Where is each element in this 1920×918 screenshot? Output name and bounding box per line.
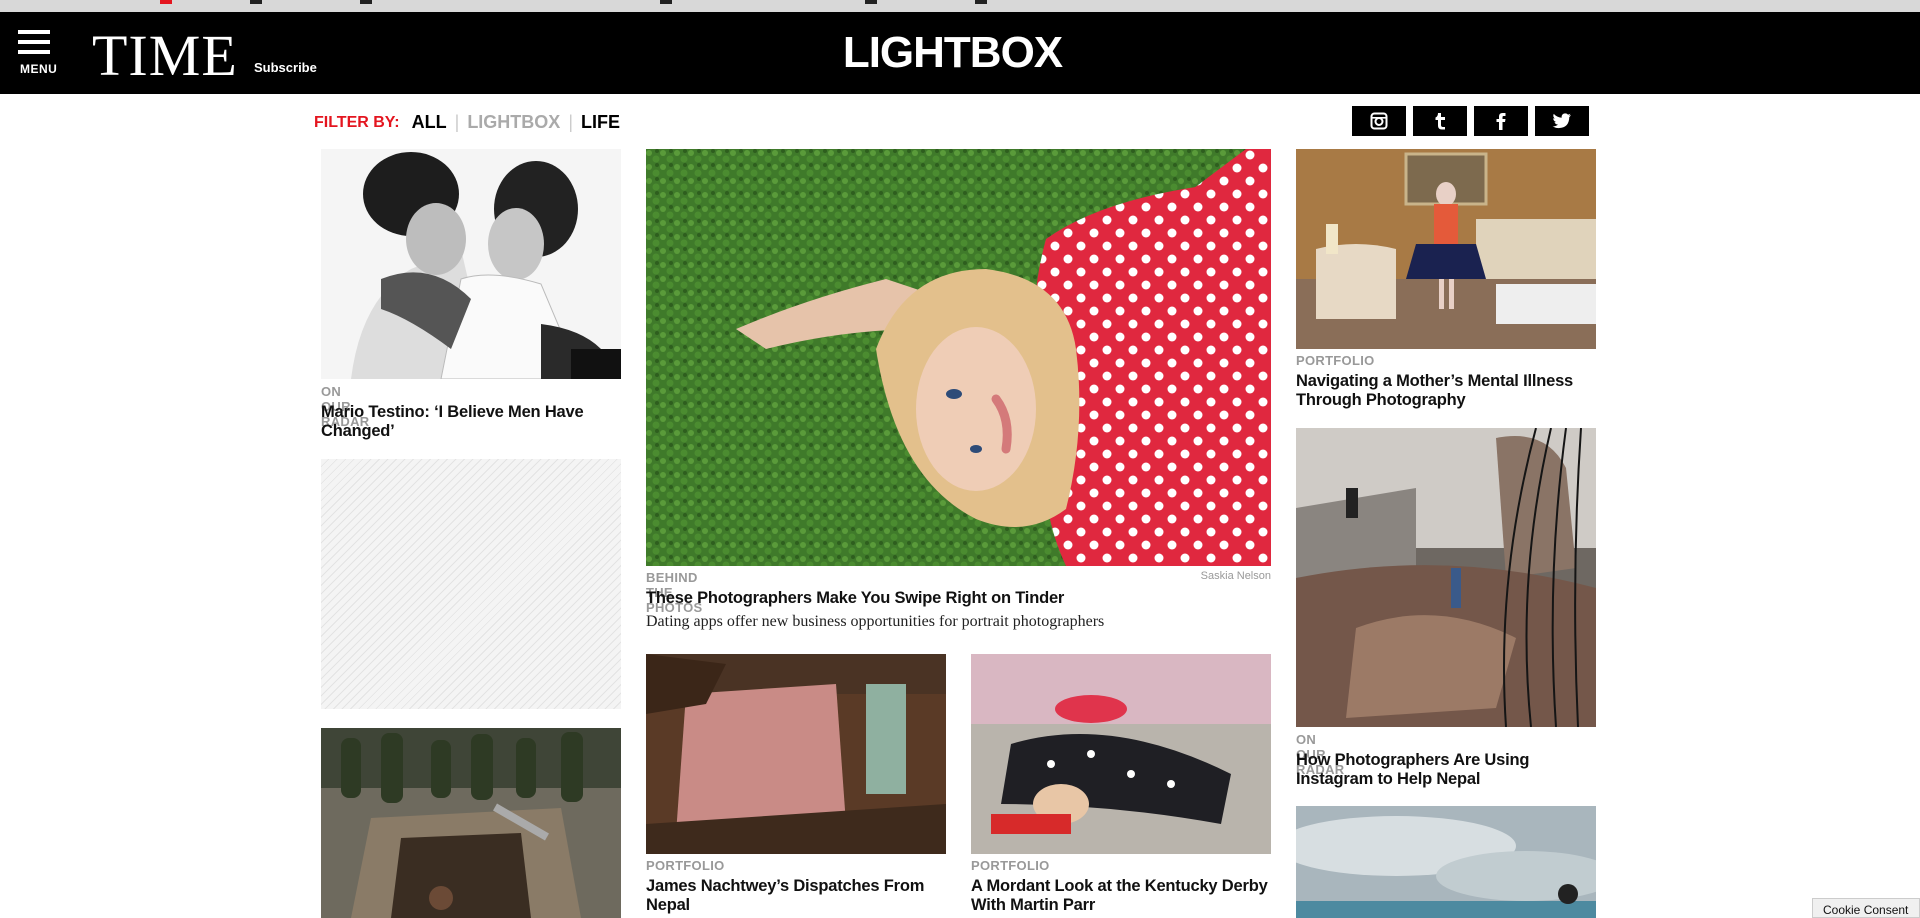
filter-option-lightbox[interactable]: LIGHTBOX <box>467 112 560 133</box>
derby-photo <box>971 654 1271 854</box>
portrait-photo <box>321 149 621 379</box>
article-photo[interactable] <box>646 654 946 854</box>
social-links <box>1352 106 1596 136</box>
tumblr-icon <box>1435 113 1445 130</box>
article-photo[interactable] <box>321 149 621 379</box>
tab-favicon[interactable] <box>160 0 172 4</box>
instagram-icon <box>1370 112 1388 130</box>
woman-on-grass-photo <box>646 149 1271 566</box>
facebook-button[interactable] <box>1474 106 1528 136</box>
article-headline[interactable]: James Nachtwey’s Dispatches From Nepal <box>646 877 946 915</box>
tab-favicon[interactable] <box>360 0 372 4</box>
article-headline[interactable]: These Photographers Make You Swipe Right… <box>646 589 1271 608</box>
article-headline[interactable]: How Photographers Are Using Instagram to… <box>1296 751 1596 789</box>
site-header: MENU TIME Subscribe LIGHTBOX <box>0 12 1920 94</box>
rubble-photo <box>646 654 946 854</box>
section-title[interactable]: LIGHTBOX <box>0 28 1905 78</box>
filter-bar: FILTER BY: ALL | LIGHTBOX | LIFE <box>314 112 620 133</box>
tab-favicon[interactable] <box>865 0 877 4</box>
article-kicker[interactable]: PORTFOLIO <box>971 858 1050 873</box>
filter-option-life[interactable]: LIFE <box>581 112 620 133</box>
earthquake-photo <box>1296 428 1596 727</box>
article-photo[interactable] <box>1296 428 1596 727</box>
article-photo[interactable] <box>971 654 1271 854</box>
filter-label: FILTER BY: <box>314 113 400 131</box>
filter-divider: | <box>568 112 573 132</box>
tumblr-button[interactable] <box>1413 106 1467 136</box>
instagram-button[interactable] <box>1352 106 1406 136</box>
ad-placeholder <box>321 459 621 709</box>
cookie-consent-button[interactable]: Cookie Consent <box>1812 898 1920 918</box>
article-kicker[interactable]: PORTFOLIO <box>646 858 725 873</box>
article-photo[interactable] <box>1296 806 1596 918</box>
tab-favicon[interactable] <box>660 0 672 4</box>
living-room-photo <box>1296 149 1596 349</box>
facebook-icon <box>1496 113 1506 130</box>
article-headline[interactable]: A Mordant Look at the Kentucky Derby Wit… <box>971 877 1271 915</box>
article-headline[interactable]: Mario Testino: ‘I Believe Men Have Chang… <box>321 403 621 441</box>
article-headline[interactable]: Navigating a Mother’s Mental Illness Thr… <box>1296 372 1596 410</box>
article-photo[interactable] <box>1296 149 1596 349</box>
soldiers-photo <box>321 728 621 918</box>
article-photo[interactable] <box>646 149 1271 566</box>
article-photo[interactable] <box>321 728 621 918</box>
photo-credit: Saskia Nelson <box>1200 570 1271 582</box>
tab-favicon[interactable] <box>975 0 987 4</box>
filter-divider: | <box>454 112 460 132</box>
filter-option-all[interactable]: ALL <box>412 112 447 133</box>
twitter-button[interactable] <box>1535 106 1589 136</box>
twitter-icon <box>1552 113 1571 129</box>
tab-favicon[interactable] <box>250 0 262 4</box>
sky-photo <box>1296 806 1596 918</box>
article-dek: Dating apps offer new business opportuni… <box>646 613 1105 630</box>
article-kicker[interactable]: PORTFOLIO <box>1296 353 1375 368</box>
browser-tab-strip <box>0 0 1920 12</box>
